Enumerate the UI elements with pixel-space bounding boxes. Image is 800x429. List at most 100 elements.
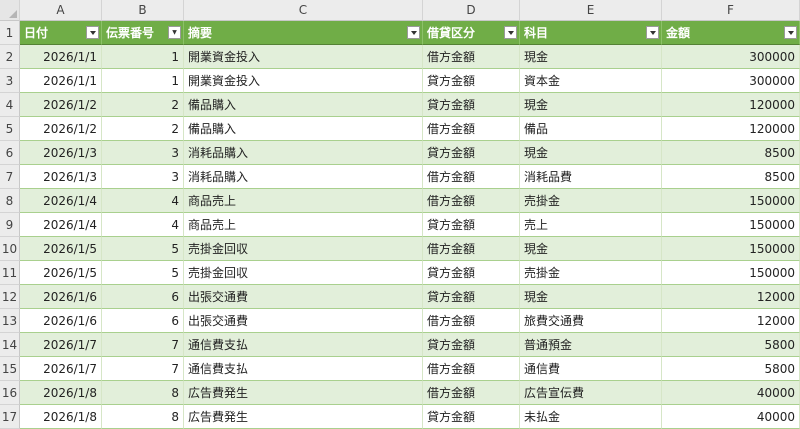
cell-account[interactable]: 普通預金 (520, 333, 662, 357)
table-header-cell[interactable]: 金額 (662, 21, 800, 45)
cell-no[interactable]: 8 (102, 405, 184, 429)
cell-account[interactable]: 売掛金 (520, 261, 662, 285)
cell-amount[interactable]: 300000 (662, 45, 800, 69)
cell-side[interactable]: 貸方金額 (423, 213, 520, 237)
cell-side[interactable]: 貸方金額 (423, 333, 520, 357)
row-number[interactable]: 13 (0, 309, 20, 333)
row-number[interactable]: 16 (0, 381, 20, 405)
cell-no[interactable]: 4 (102, 213, 184, 237)
cell-account[interactable]: 売掛金 (520, 189, 662, 213)
cell-no[interactable]: 5 (102, 237, 184, 261)
cell-no[interactable]: 7 (102, 333, 184, 357)
cell-account[interactable]: 現金 (520, 45, 662, 69)
cell-amount[interactable]: 8500 (662, 165, 800, 189)
row-number[interactable]: 6 (0, 141, 20, 165)
cell-date[interactable]: 2026/1/1 (20, 69, 102, 93)
cell-side[interactable]: 借方金額 (423, 165, 520, 189)
cell-desc[interactable]: 消耗品購入 (184, 165, 423, 189)
cell-side[interactable]: 借方金額 (423, 117, 520, 141)
cell-side[interactable]: 借方金額 (423, 189, 520, 213)
row-number[interactable]: 15 (0, 357, 20, 381)
cell-amount[interactable]: 12000 (662, 285, 800, 309)
cell-desc[interactable]: 出張交通費 (184, 309, 423, 333)
cell-date[interactable]: 2026/1/7 (20, 333, 102, 357)
row-number[interactable]: 4 (0, 93, 20, 117)
table-header-cell[interactable]: 科目 (520, 21, 662, 45)
cell-date[interactable]: 2026/1/4 (20, 189, 102, 213)
row-number[interactable]: 1 (0, 21, 20, 45)
table-header-cell[interactable]: 借貸区分 (423, 21, 520, 45)
cell-amount[interactable]: 120000 (662, 93, 800, 117)
table-header-cell[interactable]: 摘要 (184, 21, 423, 45)
cell-amount[interactable]: 5800 (662, 357, 800, 381)
cell-account[interactable]: 未払金 (520, 405, 662, 429)
cell-date[interactable]: 2026/1/3 (20, 165, 102, 189)
row-number[interactable]: 10 (0, 237, 20, 261)
cell-amount[interactable]: 5800 (662, 333, 800, 357)
cell-no[interactable]: 4 (102, 189, 184, 213)
cell-date[interactable]: 2026/1/8 (20, 405, 102, 429)
cell-account[interactable]: 現金 (520, 237, 662, 261)
table-header-cell[interactable]: 日付 (20, 21, 102, 45)
cell-account[interactable]: 消耗品費 (520, 165, 662, 189)
cell-desc[interactable]: 商品売上 (184, 213, 423, 237)
row-number[interactable]: 17 (0, 405, 20, 429)
cell-account[interactable]: 現金 (520, 141, 662, 165)
cell-desc[interactable]: 備品購入 (184, 93, 423, 117)
cell-amount[interactable]: 150000 (662, 189, 800, 213)
row-number[interactable]: 3 (0, 69, 20, 93)
filter-dropdown-icon[interactable] (646, 26, 659, 39)
cell-desc[interactable]: 売掛金回収 (184, 237, 423, 261)
cell-side[interactable]: 借方金額 (423, 45, 520, 69)
cell-side[interactable]: 貸方金額 (423, 69, 520, 93)
cell-side[interactable]: 貸方金額 (423, 93, 520, 117)
cell-amount[interactable]: 12000 (662, 309, 800, 333)
cell-side[interactable]: 借方金額 (423, 237, 520, 261)
cell-desc[interactable]: 広告費発生 (184, 381, 423, 405)
cell-amount[interactable]: 40000 (662, 381, 800, 405)
column-header-c[interactable]: C (184, 0, 423, 21)
row-number[interactable]: 12 (0, 285, 20, 309)
cell-desc[interactable]: 通信費支払 (184, 357, 423, 381)
filter-dropdown-icon[interactable] (784, 26, 797, 39)
table-header-cell[interactable]: 伝票番号 ▼ (102, 21, 184, 45)
cell-no[interactable]: 8 (102, 381, 184, 405)
cell-amount[interactable]: 40000 (662, 405, 800, 429)
cell-side[interactable]: 貸方金額 (423, 141, 520, 165)
column-header-b[interactable]: B (102, 0, 184, 21)
cell-desc[interactable]: 売掛金回収 (184, 261, 423, 285)
cell-desc[interactable]: 消耗品購入 (184, 141, 423, 165)
filter-dropdown-icon[interactable] (86, 26, 99, 39)
cell-side[interactable]: 借方金額 (423, 309, 520, 333)
cell-desc[interactable]: 出張交通費 (184, 285, 423, 309)
cell-no[interactable]: 1 (102, 69, 184, 93)
select-all-corner[interactable] (0, 0, 20, 21)
cell-side[interactable]: 貸方金額 (423, 405, 520, 429)
cell-date[interactable]: 2026/1/5 (20, 237, 102, 261)
cell-amount[interactable]: 150000 (662, 261, 800, 285)
cell-amount[interactable]: 150000 (662, 213, 800, 237)
cell-account[interactable]: 通信費 (520, 357, 662, 381)
cell-no[interactable]: 7 (102, 357, 184, 381)
row-number[interactable]: 2 (0, 45, 20, 69)
cell-no[interactable]: 1 (102, 45, 184, 69)
cell-side[interactable]: 貸方金額 (423, 285, 520, 309)
cell-date[interactable]: 2026/1/6 (20, 285, 102, 309)
cell-date[interactable]: 2026/1/2 (20, 117, 102, 141)
row-number[interactable]: 11 (0, 261, 20, 285)
cell-date[interactable]: 2026/1/8 (20, 381, 102, 405)
row-number[interactable]: 8 (0, 189, 20, 213)
cell-amount[interactable]: 300000 (662, 69, 800, 93)
cell-account[interactable]: 現金 (520, 93, 662, 117)
filter-dropdown-icon[interactable] (504, 26, 517, 39)
cell-date[interactable]: 2026/1/3 (20, 141, 102, 165)
cell-side[interactable]: 借方金額 (423, 357, 520, 381)
cell-desc[interactable]: 通信費支払 (184, 333, 423, 357)
cell-desc[interactable]: 開業資金投入 (184, 45, 423, 69)
filter-dropdown-icon[interactable] (407, 26, 420, 39)
cell-desc[interactable]: 広告費発生 (184, 405, 423, 429)
column-header-a[interactable]: A (20, 0, 102, 21)
cell-account[interactable]: 備品 (520, 117, 662, 141)
cell-no[interactable]: 3 (102, 165, 184, 189)
cell-account[interactable]: 現金 (520, 285, 662, 309)
